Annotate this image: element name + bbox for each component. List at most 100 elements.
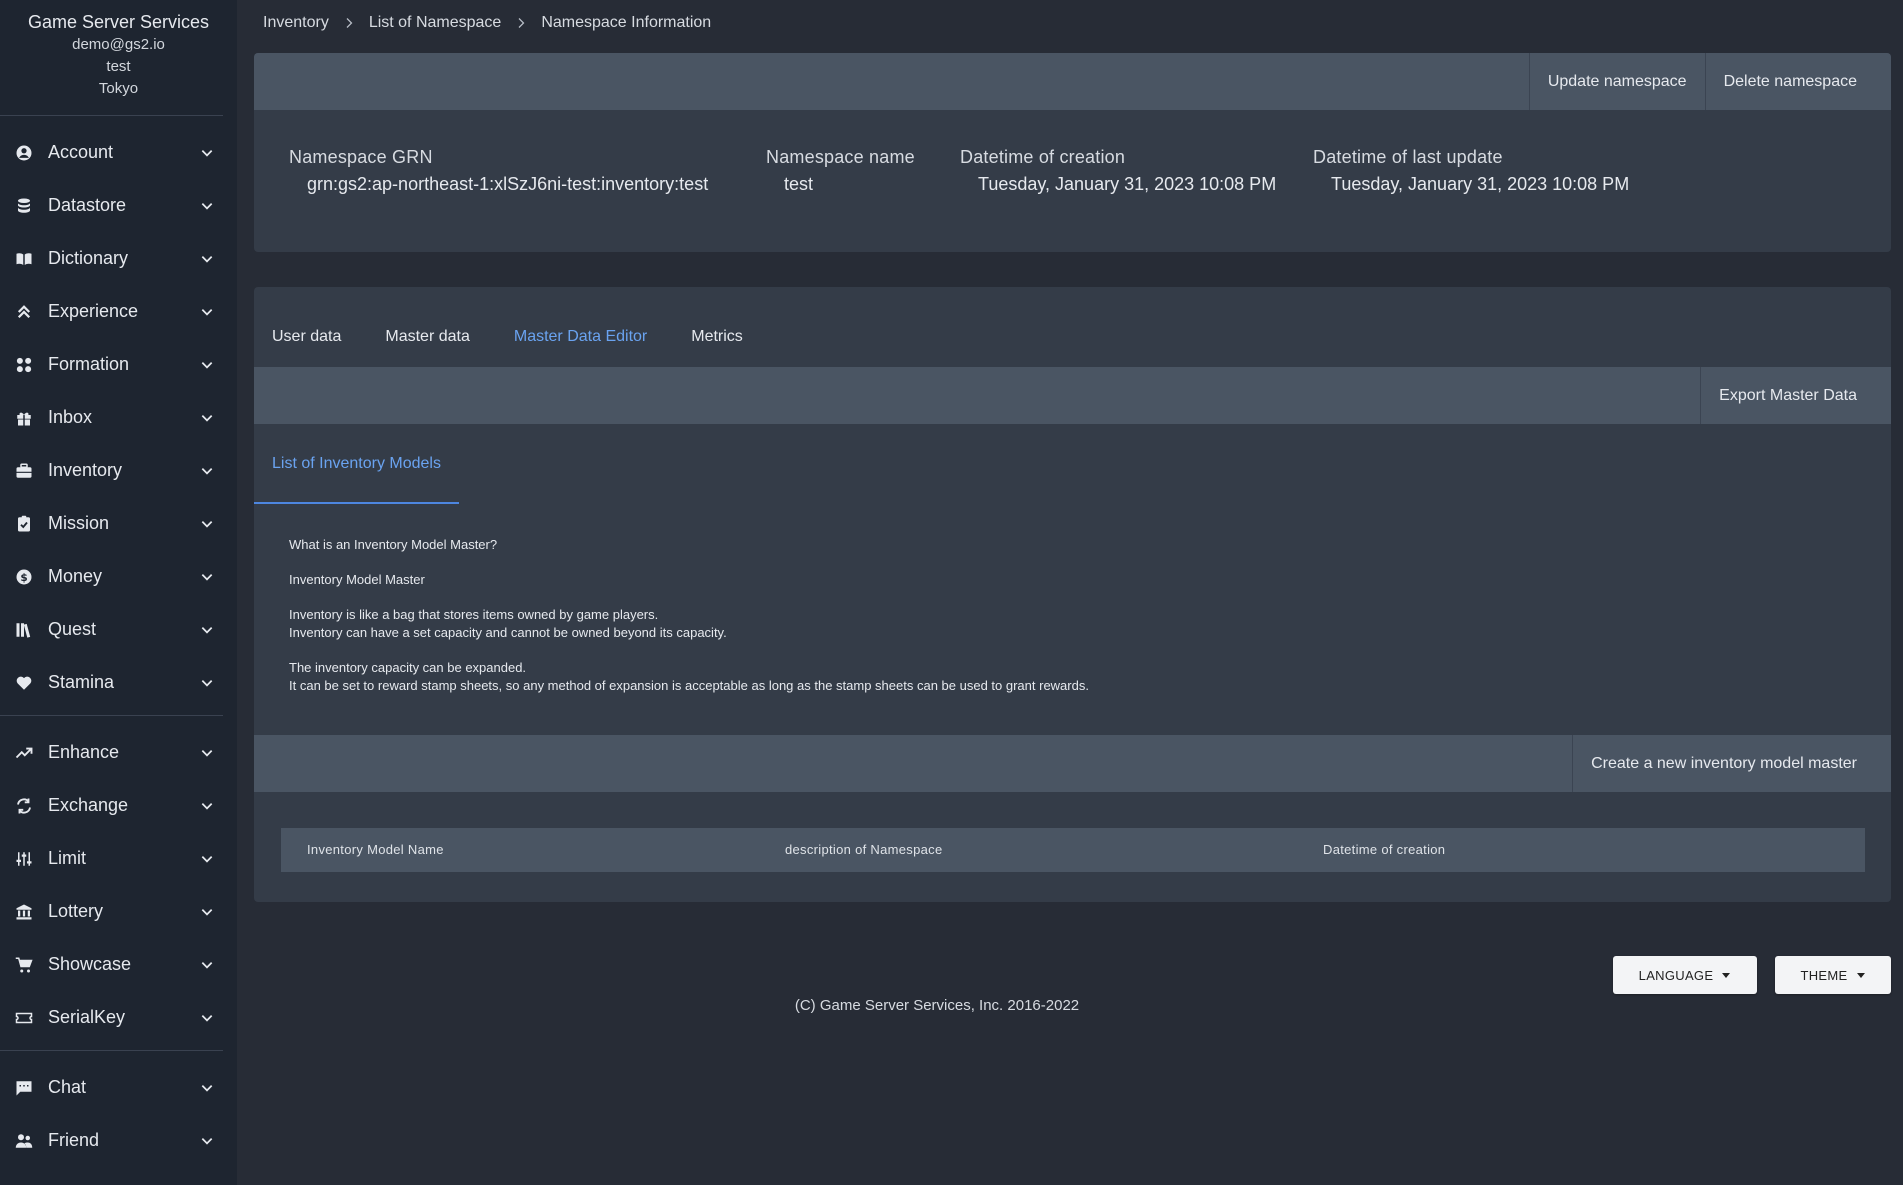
created-datetime-field: Datetime of creation Tuesday, January 31… — [960, 147, 1276, 195]
sidebar-item-label: Inbox — [48, 407, 93, 427]
namespace-grn-field: Namespace GRN grn:gs2:ap-northeast-1:xlS… — [289, 147, 708, 195]
chevron-down-icon — [199, 198, 215, 214]
chevron-down-icon — [199, 569, 215, 585]
description-line: The inventory capacity can be expanded. — [289, 660, 527, 675]
ticket-icon — [14, 1008, 34, 1028]
books-icon — [14, 620, 34, 640]
dollar-coin-icon: $ — [14, 567, 34, 587]
sidebar-item-inventory[interactable]: Inventory — [0, 444, 237, 497]
region-name: Tokyo — [98, 80, 139, 97]
sidebar-item-friend[interactable]: Friend — [0, 1114, 237, 1167]
tab-user-data[interactable]: User data — [254, 297, 359, 377]
chevron-down-icon — [199, 904, 215, 920]
chevron-down-icon — [199, 622, 215, 638]
description-line: Inventory can have a set capacity and ca… — [289, 625, 727, 640]
sidebar-item-dictionary[interactable]: Dictionary — [0, 232, 237, 285]
sidebar-item-serialkey[interactable]: SerialKey — [0, 991, 237, 1044]
chevron-down-icon — [199, 798, 215, 814]
language-button[interactable]: LANGUAGE — [1613, 956, 1757, 994]
sidebar-item-enhance[interactable]: Enhance — [0, 726, 237, 779]
sidebar-item-money[interactable]: $ Money — [0, 550, 237, 603]
main-content: Inventory List of Namespace Namespace In… — [237, 0, 1903, 1185]
sidebar-item-datastore[interactable]: Datastore — [0, 179, 237, 232]
chevron-right-icon — [329, 16, 369, 30]
create-inventory-model-button[interactable]: Create a new inventory model master — [1572, 735, 1891, 792]
user-email: demo@gs2.io — [72, 36, 165, 53]
grid-dots-icon — [14, 355, 34, 375]
sidebar: Game Server Services demo@gs2.io test To… — [0, 0, 237, 1185]
sidebar-item-showcase[interactable]: Showcase — [0, 938, 237, 991]
column-header-description[interactable]: description of Namespace — [785, 842, 943, 857]
project-name: test — [106, 58, 131, 75]
theme-button[interactable]: THEME — [1775, 956, 1891, 994]
namespace-toolbar: Update namespace Delete namespace — [254, 53, 1891, 110]
chevron-right-icon — [501, 16, 541, 30]
clipboard-check-icon — [14, 514, 34, 534]
namespace-info-panel: Update namespace Delete namespace Namesp… — [254, 53, 1891, 252]
description-line: It can be set to reward stamp sheets, so… — [289, 678, 1089, 693]
updated-datetime-field: Datetime of last update Tuesday, January… — [1313, 147, 1629, 195]
people-icon — [14, 1131, 34, 1151]
description-line: Inventory is like a bag that stores item… — [289, 607, 659, 622]
book-icon — [14, 249, 34, 269]
tab-bar: User data Master data Master Data Editor… — [254, 297, 761, 377]
sidebar-item-limit[interactable]: Limit — [0, 832, 237, 885]
gift-icon — [14, 408, 34, 428]
subtab-bar: List of Inventory Models — [254, 424, 459, 504]
breadcrumb-current: Namespace Information — [541, 14, 712, 31]
sidebar-item-inbox[interactable]: Inbox — [0, 391, 237, 444]
database-icon — [14, 196, 34, 216]
trending-up-icon — [14, 743, 34, 763]
chevron-down-icon — [199, 304, 215, 320]
update-namespace-button[interactable]: Update namespace — [1528, 53, 1705, 110]
chevron-down-icon — [199, 410, 215, 426]
tab-list-of-inventory-models[interactable]: List of Inventory Models — [254, 424, 459, 504]
namespace-grn-label: Namespace GRN — [289, 147, 433, 167]
sidebar-item-exchange[interactable]: Exchange — [0, 779, 237, 832]
sidebar-item-label: Friend — [48, 1130, 100, 1150]
chevron-down-icon — [199, 357, 215, 373]
sidebar-item-label: Quest — [48, 619, 97, 639]
tab-master-data[interactable]: Master data — [367, 297, 487, 377]
inventory-model-table-header: Inventory Model Name description of Name… — [281, 828, 1865, 872]
tab-master-data-editor[interactable]: Master Data Editor — [495, 297, 666, 377]
chevron-down-icon — [199, 145, 215, 161]
sliders-icon — [14, 849, 34, 869]
export-master-data-button[interactable]: Export Master Data — [1700, 367, 1891, 424]
app-title: Game Server Services — [27, 12, 210, 32]
chat-icon — [14, 1078, 34, 1098]
created-datetime-value: Tuesday, January 31, 2023 10:08 PM — [978, 174, 1277, 194]
sidebar-item-experience[interactable]: Experience — [0, 285, 237, 338]
sidebar-item-formation[interactable]: Formation — [0, 338, 237, 391]
sidebar-item-label: Showcase — [48, 954, 132, 974]
delete-namespace-button[interactable]: Delete namespace — [1704, 53, 1891, 110]
namespace-name-value: test — [784, 174, 814, 194]
namespace-grn-value: grn:gs2:ap-northeast-1:xlSzJ6ni-test:inv… — [307, 174, 709, 194]
sidebar-item-label: Dictionary — [48, 248, 129, 268]
sidebar-item-stamina[interactable]: Stamina — [0, 656, 237, 709]
sidebar-header: Game Server Services demo@gs2.io test To… — [0, 0, 237, 100]
sidebar-item-account[interactable]: Account — [0, 126, 237, 179]
chevron-down-icon — [199, 251, 215, 267]
sidebar-item-label: Datastore — [48, 195, 127, 215]
breadcrumb-namespace-list[interactable]: List of Namespace — [369, 14, 502, 32]
chevron-down-icon — [199, 516, 215, 532]
sidebar-item-label: Enhance — [48, 742, 120, 762]
sidebar-item-label: Inventory — [48, 460, 123, 480]
namespace-name-label: Namespace name — [766, 147, 915, 167]
column-header-model-name[interactable]: Inventory Model Name — [307, 842, 444, 857]
chevron-down-icon — [199, 463, 215, 479]
breadcrumb-inventory[interactable]: Inventory — [263, 14, 329, 32]
sidebar-item-label: Lottery — [48, 901, 104, 921]
tab-metrics[interactable]: Metrics — [673, 297, 761, 377]
sidebar-item-chat[interactable]: Chat — [0, 1061, 237, 1114]
sidebar-item-label: Limit — [48, 848, 87, 868]
sidebar-item-lottery[interactable]: Lottery — [0, 885, 237, 938]
sidebar-item-mission[interactable]: Mission — [0, 497, 237, 550]
cart-icon — [14, 955, 34, 975]
column-header-created[interactable]: Datetime of creation — [1323, 842, 1445, 857]
exchange-icon — [14, 796, 34, 816]
sidebar-item-quest[interactable]: Quest — [0, 603, 237, 656]
sidebar-item-label: Account — [48, 142, 114, 162]
sidebar-item-label: Chat — [48, 1077, 87, 1097]
